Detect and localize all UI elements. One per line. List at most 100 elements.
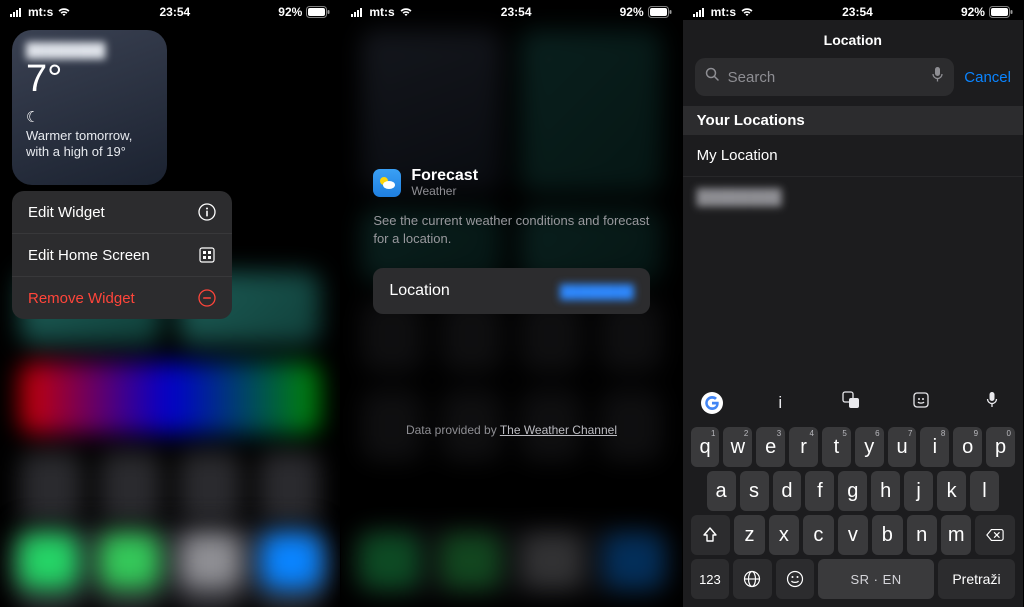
translate-icon[interactable] [838,390,864,415]
status-bar: mt:s 23:54 92% [683,0,1023,20]
battery-percentage: 92% [961,5,985,19]
key-o[interactable]: o9 [953,427,982,467]
backspace-icon [986,526,1004,544]
key-r[interactable]: r4 [789,427,818,467]
clock: 23:54 [842,5,873,19]
screen-edit-widget: mt:s 23:54 92% Forecast Weather See the … [341,0,682,607]
key-t[interactable]: t5 [822,427,851,467]
key-d[interactable]: d [773,471,802,511]
clock: 23:54 [159,5,190,19]
cellular-signal-icon [351,7,365,17]
google-icon[interactable] [701,392,723,414]
key-f[interactable]: f [805,471,834,511]
dock-blurred [10,525,330,597]
mic-icon[interactable] [931,66,944,88]
key-h[interactable]: h [871,471,900,511]
key-x[interactable]: x [769,515,799,555]
weather-channel-link[interactable]: The Weather Channel [500,423,617,437]
suggestion-text[interactable]: i [767,393,793,413]
menu-edit-widget[interactable]: Edit Widget [12,191,232,234]
key-g[interactable]: g [838,471,867,511]
weather-app-icon [373,169,401,197]
screen-location-search: mt:s 23:54 92% Location Search [683,0,1024,607]
widget-context-menu: Edit Widget Edit Home Screen Remove Widg… [12,191,232,319]
keyboard-row-2: a s d f g h j k l [687,469,1019,513]
key-search[interactable]: Pretraži [938,559,1015,599]
battery-icon [306,6,330,18]
key-z[interactable]: z [734,515,764,555]
edit-widget-panel: Forecast Weather See the current weather… [373,168,649,314]
wifi-icon [57,7,71,17]
weather-temperature: 7° [26,60,153,100]
menu-remove-widget-label: Remove Widget [28,290,135,307]
section-your-locations: Your Locations [683,106,1023,135]
key-u[interactable]: u7 [888,427,917,467]
battery-percentage: 92% [278,5,302,19]
key-c[interactable]: c [803,515,833,555]
weather-widget[interactable]: ████████ 7° ☾ Warmer tomorrow, with a hi… [12,30,167,185]
remove-minus-icon [198,289,216,307]
key-s[interactable]: s [740,471,769,511]
carrier-label: mt:s [711,5,736,19]
key-space[interactable]: SR · EN [818,559,934,599]
key-j[interactable]: j [904,471,933,511]
battery-percentage: 92% [620,5,644,19]
key-m[interactable]: m [941,515,971,555]
emoji-icon [786,570,804,588]
search-placeholder: Search [728,69,924,86]
location-row[interactable]: Location ████████ [373,268,649,314]
location-item-my-location[interactable]: My Location [683,135,1023,177]
key-i[interactable]: i8 [920,427,949,467]
key-shift[interactable] [691,515,731,555]
key-w[interactable]: w2 [723,427,752,467]
panel-description: See the current weather conditions and f… [373,212,649,248]
key-y[interactable]: y6 [855,427,884,467]
keyboard: i q1 w2 e3 r4 t5 y6 u7 i8 [683,380,1023,607]
data-attribution: Data provided by The Weather Channel [341,423,681,437]
key-n[interactable]: n [907,515,937,555]
key-q[interactable]: q1 [691,427,720,467]
key-e[interactable]: e3 [756,427,785,467]
globe-icon [743,570,761,588]
clock: 23:54 [501,5,532,19]
keyboard-suggestion-bar: i [687,384,1019,425]
apps-grid-icon [198,246,216,264]
weather-city-blurred: ████████ [26,42,153,58]
carrier-label: mt:s [28,5,53,19]
cancel-button[interactable]: Cancel [964,69,1011,86]
key-numbers[interactable]: 123 [691,559,730,599]
keyboard-row-1: q1 w2 e3 r4 t5 y6 u7 i8 o9 p0 [687,425,1019,469]
keyboard-row-4: 123 SR · EN Pretraži [687,557,1019,601]
menu-edit-home-screen[interactable]: Edit Home Screen [12,234,232,277]
key-backspace[interactable] [975,515,1015,555]
info-icon [198,203,216,221]
weather-description: Warmer tomorrow, with a high of 19° [26,128,153,161]
key-l[interactable]: l [970,471,999,511]
location-value-blurred: ████████ [560,284,634,299]
mic-icon[interactable] [979,391,1005,414]
key-b[interactable]: b [872,515,902,555]
sticker-icon[interactable] [908,390,934,415]
page-title: Location [683,20,1023,58]
battery-icon [989,6,1013,18]
cellular-signal-icon [10,7,24,17]
search-input[interactable]: Search [695,58,955,96]
screen-widget-contextmenu: mt:s 23:54 92% ████████ 7° ☾ Warmer tomo… [0,0,341,607]
menu-edit-home-label: Edit Home Screen [28,247,150,264]
key-a[interactable]: a [707,471,736,511]
battery-icon [648,6,672,18]
panel-subtitle: Weather [411,184,478,198]
key-k[interactable]: k [937,471,966,511]
menu-remove-widget[interactable]: Remove Widget [12,277,232,319]
cellular-signal-icon [693,7,707,17]
status-bar: mt:s 23:54 92% [0,0,340,20]
shift-icon [701,526,719,544]
menu-edit-widget-label: Edit Widget [28,204,105,221]
location-label: Location [389,282,450,300]
moon-icon: ☾ [26,108,153,126]
key-globe[interactable] [733,559,772,599]
location-item-blurred[interactable]: ████████ [683,177,1023,219]
key-v[interactable]: v [838,515,868,555]
key-p[interactable]: p0 [986,427,1015,467]
key-emoji[interactable] [776,559,815,599]
